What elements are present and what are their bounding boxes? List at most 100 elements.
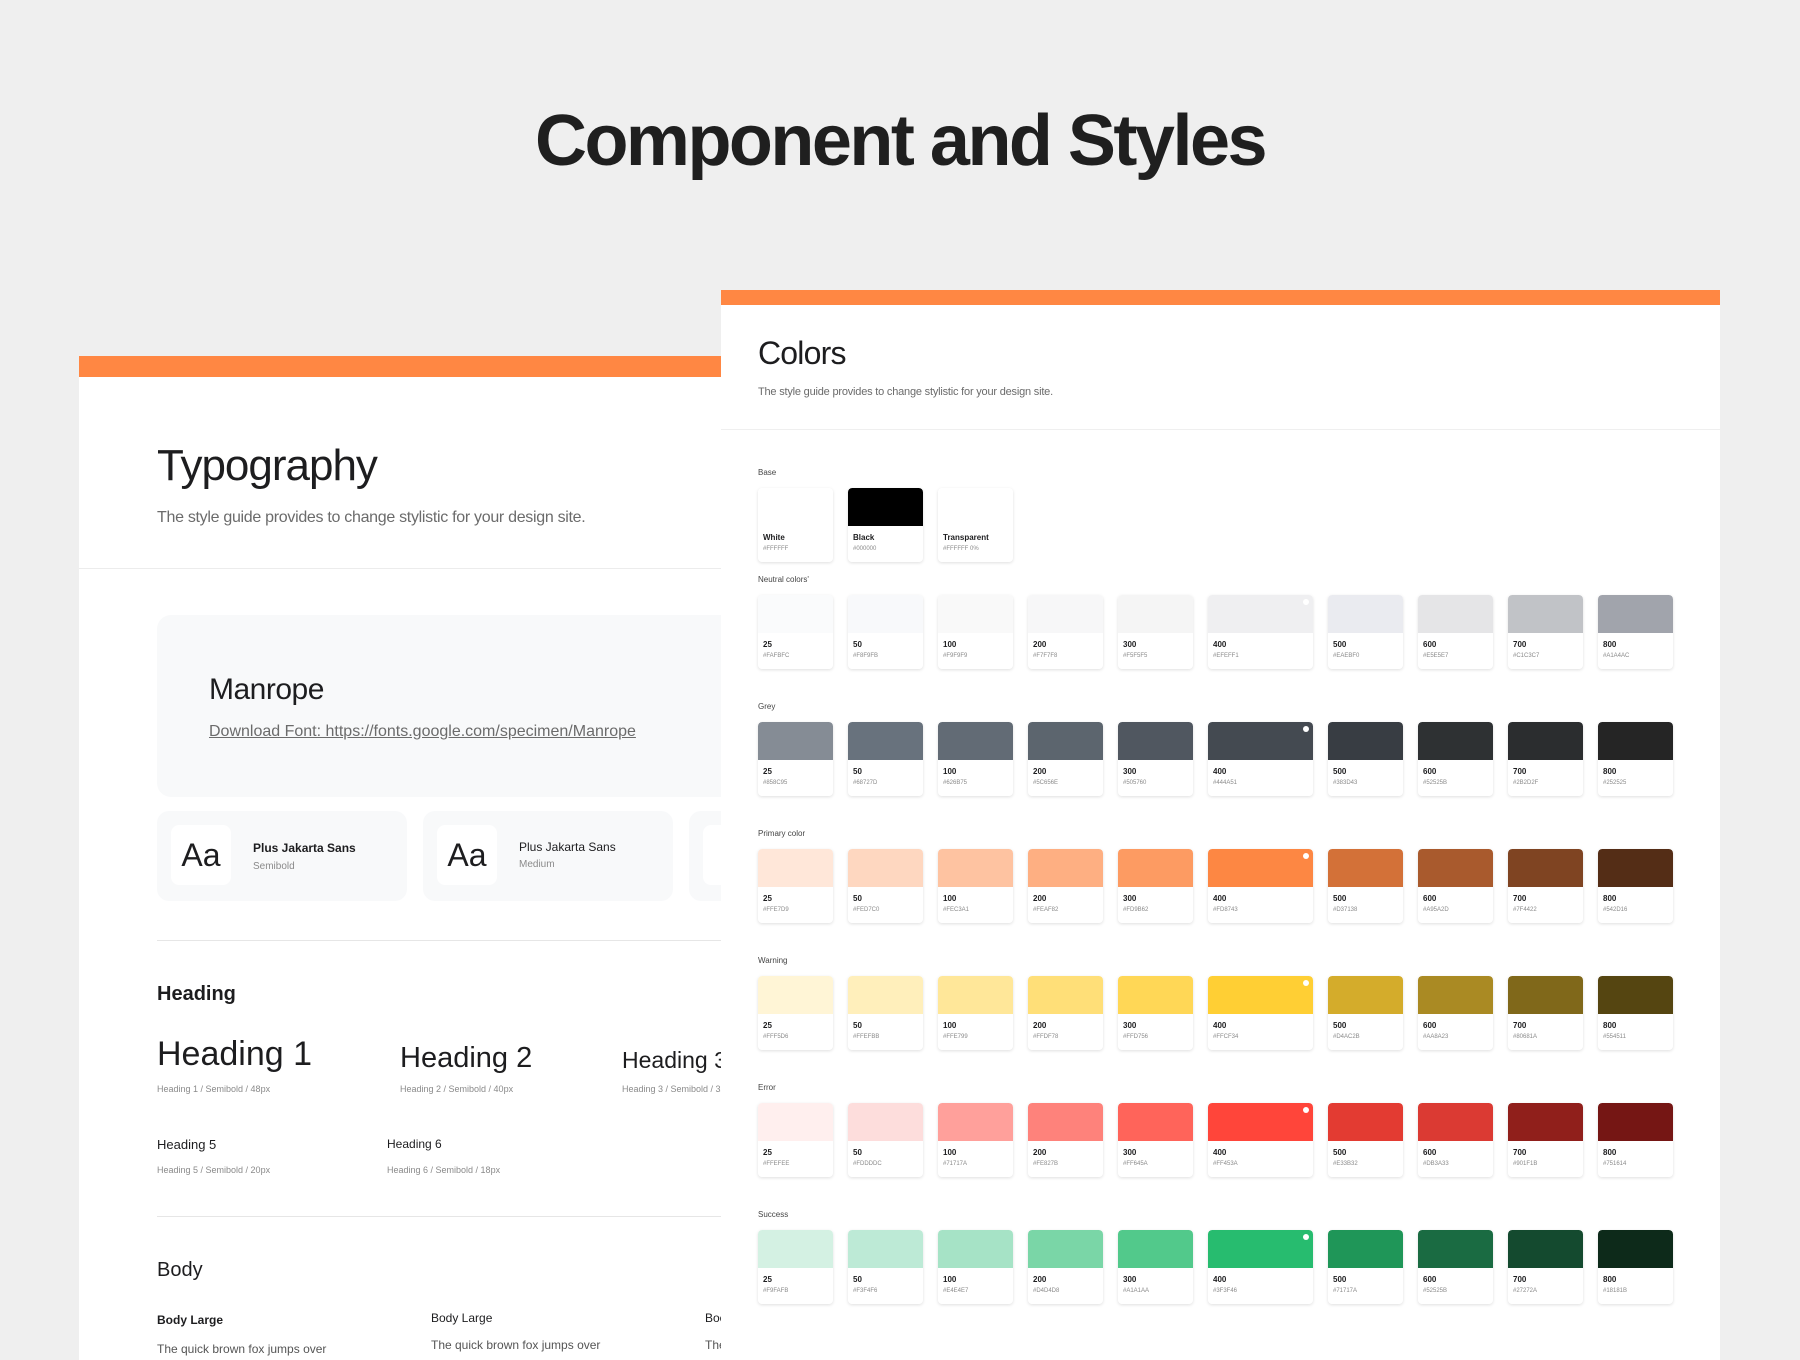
body-sample-text: The quick brown fox jumps over	[157, 1342, 327, 1356]
color-chip	[1208, 1103, 1313, 1141]
color-swatch[interactable]: 100 #626B75	[938, 722, 1013, 796]
color-swatch[interactable]: 100 #FEC3A1	[938, 849, 1013, 923]
color-swatch[interactable]: 700 #27272A	[1508, 1230, 1583, 1304]
color-swatch[interactable]: 50 #F3F4F6	[848, 1230, 923, 1304]
color-swatch[interactable]: 600 #AA8A23	[1418, 976, 1493, 1050]
color-hex: #AA8A23	[1423, 1034, 1449, 1040]
color-hex: #E33B32	[1333, 1161, 1358, 1167]
color-swatch[interactable]: 500 #D4AC2B	[1328, 976, 1403, 1050]
color-swatch[interactable]: 300 #F5F5F5	[1118, 595, 1193, 669]
color-swatch[interactable]: 50 #FED7C0	[848, 849, 923, 923]
color-hex: #FF453A	[1213, 1161, 1238, 1167]
color-swatch[interactable]: 25 #FFE7D9	[758, 849, 833, 923]
color-swatch[interactable]: 400 #3F3F46	[1208, 1230, 1313, 1304]
color-swatch[interactable]: 50 #FDDDDC	[848, 1103, 923, 1177]
color-swatch[interactable]: 100 #71717A	[938, 1103, 1013, 1177]
color-hex: #FF645A	[1123, 1161, 1148, 1167]
color-swatch[interactable]: 800 #252525	[1598, 722, 1673, 796]
color-swatch[interactable]: 500 #D37138	[1328, 849, 1403, 923]
color-name: 600	[1423, 894, 1437, 903]
color-swatch[interactable]: 600 #52525B	[1418, 1230, 1493, 1304]
color-swatch[interactable]: 600 #A95A2D	[1418, 849, 1493, 923]
color-swatch[interactable]: 200 #D4D4D8	[1028, 1230, 1103, 1304]
color-swatch[interactable]: 25 #FFF5D6	[758, 976, 833, 1050]
color-hex: #3F3F46	[1213, 1288, 1238, 1294]
color-name: 700	[1513, 640, 1527, 649]
color-swatch[interactable]: 100 #F9F9F9	[938, 595, 1013, 669]
color-hex: #FFEFBB	[853, 1034, 880, 1040]
color-swatch[interactable]: 800 #A1A4AC	[1598, 595, 1673, 669]
color-chip	[1118, 976, 1193, 1014]
font-family-name: Plus Jakarta Sans	[519, 840, 616, 854]
selected-indicator-icon	[1303, 853, 1309, 859]
color-swatch[interactable]: 25 #FAFBFC	[758, 595, 833, 669]
color-swatch[interactable]: 300 #A1A1AA	[1118, 1230, 1193, 1304]
color-swatch[interactable]: 200 #FFDF78	[1028, 976, 1103, 1050]
color-swatch[interactable]: 800 #18181B	[1598, 1230, 1673, 1304]
color-swatch[interactable]: White #FFFFFF	[758, 488, 833, 562]
color-hex: #FEAF82	[1033, 907, 1059, 913]
color-swatch[interactable]: 25 #FFEFEE	[758, 1103, 833, 1177]
color-swatch[interactable]: 400 #FD8743	[1208, 849, 1313, 923]
color-swatch[interactable]: 600 #E5E5E7	[1418, 595, 1493, 669]
color-chip	[1418, 722, 1493, 760]
color-chip	[1418, 976, 1493, 1014]
color-name: 25	[763, 1275, 772, 1284]
color-swatch[interactable]: 400 #FFCF34	[1208, 976, 1313, 1050]
color-hex: #7F4422	[1513, 907, 1537, 913]
color-swatch[interactable]: 800 #554511	[1598, 976, 1673, 1050]
color-swatch[interactable]: 400 #FF453A	[1208, 1103, 1313, 1177]
divider	[79, 568, 739, 569]
color-swatch[interactable]: 700 #80681A	[1508, 976, 1583, 1050]
color-swatch[interactable]: 200 #FE827B	[1028, 1103, 1103, 1177]
color-swatch[interactable]: 200 #5C656E	[1028, 722, 1103, 796]
color-chip	[1028, 1230, 1103, 1268]
color-swatch[interactable]: 500 #E33B32	[1328, 1103, 1403, 1177]
color-name: 200	[1033, 640, 1047, 649]
color-chip	[938, 722, 1013, 760]
color-swatch[interactable]: 100 #E4E4E7	[938, 1230, 1013, 1304]
color-swatch[interactable]: 700 #901F1B	[1508, 1103, 1583, 1177]
color-swatch[interactable]: Transparent #FFFFFF 0%	[938, 488, 1013, 562]
color-hex: #252525	[1603, 780, 1627, 786]
color-chip	[938, 976, 1013, 1014]
color-name: 50	[853, 894, 862, 903]
color-swatch[interactable]: 50 #F8F9FB	[848, 595, 923, 669]
color-swatch[interactable]: 400 #EFEFF1	[1208, 595, 1313, 669]
color-chip	[848, 595, 923, 633]
color-swatch[interactable]: 100 #FFE799	[938, 976, 1013, 1050]
color-name: 800	[1603, 767, 1617, 776]
color-swatch[interactable]: 300 #FFD756	[1118, 976, 1193, 1050]
color-swatch[interactable]: 300 #505760	[1118, 722, 1193, 796]
color-name: 400	[1213, 1275, 1227, 1284]
color-swatch[interactable]: 25 #858C95	[758, 722, 833, 796]
color-swatch[interactable]: 800 #542D16	[1598, 849, 1673, 923]
color-swatch[interactable]: 300 #FF645A	[1118, 1103, 1193, 1177]
color-hex: #751614	[1603, 1161, 1627, 1167]
color-swatch[interactable]: 25 #F9FAFB	[758, 1230, 833, 1304]
color-hex: #FFCF34	[1213, 1034, 1239, 1040]
color-swatch[interactable]: 800 #751614	[1598, 1103, 1673, 1177]
color-swatch[interactable]: 300 #FD9B62	[1118, 849, 1193, 923]
font-name: Manrope	[209, 673, 324, 706]
color-swatch[interactable]: 500 #EAEBF0	[1328, 595, 1403, 669]
color-swatch[interactable]: 500 #71717A	[1328, 1230, 1403, 1304]
color-swatch[interactable]: 400 #444A51	[1208, 722, 1313, 796]
download-font-link[interactable]: Download Font: https://fonts.google.com/…	[209, 723, 636, 741]
color-name: 300	[1123, 640, 1137, 649]
color-swatch[interactable]: 200 #FEAF82	[1028, 849, 1103, 923]
color-swatch[interactable]: Black #000000	[848, 488, 923, 562]
color-swatch[interactable]: 600 #DB3A33	[1418, 1103, 1493, 1177]
color-swatch[interactable]: 600 #52525B	[1418, 722, 1493, 796]
color-chip	[1208, 976, 1313, 1014]
color-hex: #52525B	[1423, 1288, 1448, 1294]
color-swatch[interactable]: 500 #383D43	[1328, 722, 1403, 796]
color-swatch[interactable]: 700 #C1C3C7	[1508, 595, 1583, 669]
color-swatch[interactable]: 50 #FFEFBB	[848, 976, 923, 1050]
color-hex: #542D16	[1603, 907, 1628, 913]
color-swatch[interactable]: 50 #68727D	[848, 722, 923, 796]
color-swatch[interactable]: 700 #7F4422	[1508, 849, 1583, 923]
color-swatch[interactable]: 700 #2B2D2F	[1508, 722, 1583, 796]
color-chip	[848, 1230, 923, 1268]
color-swatch[interactable]: 200 #F7F7F8	[1028, 595, 1103, 669]
